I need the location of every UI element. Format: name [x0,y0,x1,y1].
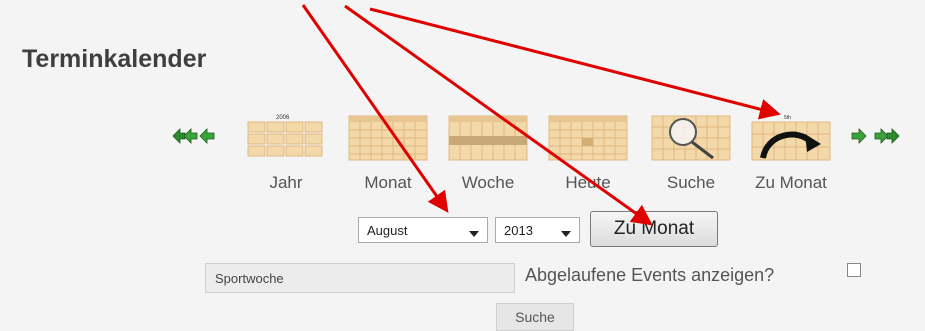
calendar-page: Terminkalender 2006 Jahr Monat Woche Heu… [0,0,925,331]
prev-year-arrow-icon[interactable] [173,125,199,147]
annotation-arrow-to-goto-icon [369,7,781,120]
view-today[interactable]: Heute [546,112,630,193]
view-goto-month-label: Zu Monat [755,173,827,192]
view-today-label: Heute [565,173,611,192]
view-search[interactable]: Suche [649,112,733,193]
view-goto-month[interactable]: 5th Zu Monat [749,112,833,193]
view-month-label: Monat [364,173,412,192]
year-select-value: 2013 [504,222,533,238]
calendar-search-icon [651,112,731,162]
show-expired-label: Abgelaufene Events anzeigen? [525,265,775,285]
next-year-arrow-icon[interactable] [873,125,899,147]
month-select[interactable]: August [358,217,488,243]
search-input[interactable]: Sportwoche [205,263,515,293]
view-search-label: Suche [666,173,716,192]
goto-month-button[interactable]: Zu Monat [590,211,718,247]
calendar-year-icon: 2006 [246,112,326,162]
calendar-today-icon [548,112,628,162]
chevron-down-icon [561,231,571,237]
view-month[interactable]: Monat [346,112,430,193]
view-year[interactable]: 2006 Jahr [244,112,328,193]
calendar-week-icon [448,112,528,162]
svg-text:2006: 2006 [276,115,290,121]
year-select[interactable]: 2013 [495,217,580,243]
page-title: Terminkalender [22,45,207,73]
chevron-down-icon [469,231,479,237]
svg-text:5th: 5th [784,115,791,121]
view-year-label: Jahr [269,173,303,192]
show-expired-checkbox[interactable] [847,263,861,277]
calendar-month-icon [348,112,428,162]
view-week[interactable]: Woche [446,112,530,193]
view-week-label: Woche [461,173,515,192]
calendar-goto-month-icon: 5th [751,112,831,162]
next-month-arrow-icon[interactable] [851,125,867,147]
month-select-value: August [367,222,408,238]
search-button[interactable]: Suche [496,303,574,331]
prev-month-arrow-icon[interactable] [199,125,215,147]
